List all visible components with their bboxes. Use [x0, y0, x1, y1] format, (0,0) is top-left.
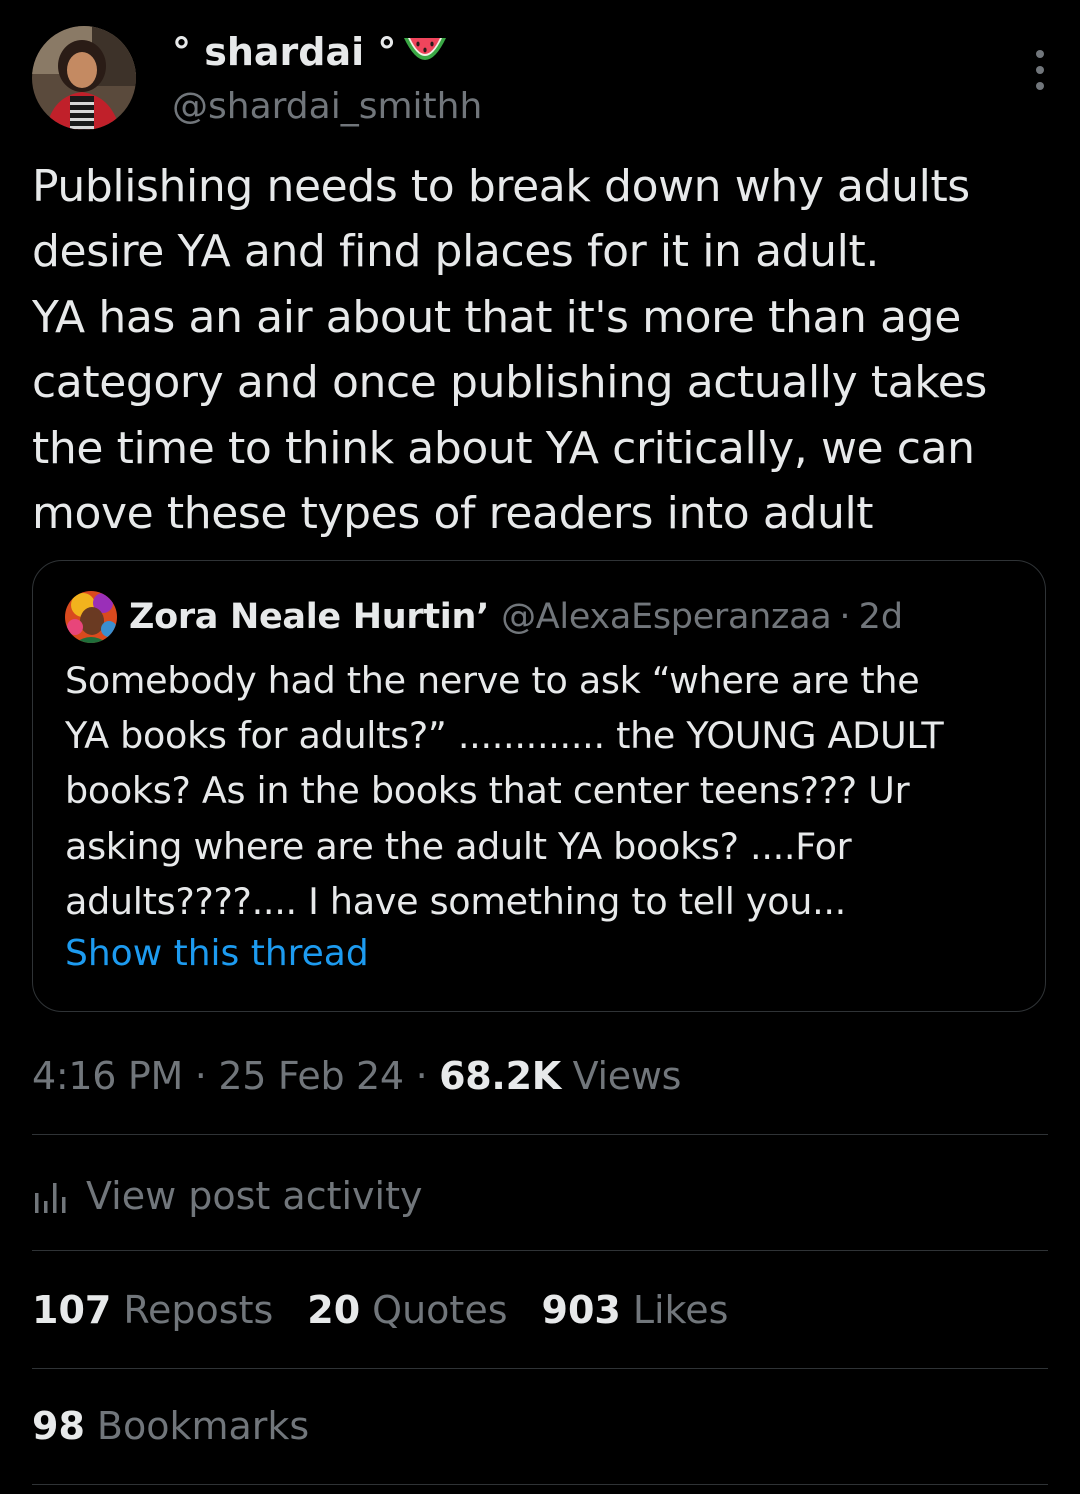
meta-separator: · [403, 1054, 440, 1098]
likes-label: Likes [632, 1288, 729, 1332]
quotes-count: 20 [307, 1288, 361, 1332]
quotes-label: Quotes [372, 1288, 508, 1332]
reposts-stat[interactable]: 107 Reposts [32, 1288, 273, 1332]
author-name-text: ° shardai ° [172, 30, 397, 74]
show-thread-link[interactable]: Show this thread [65, 933, 369, 974]
reposts-count: 107 [32, 1288, 112, 1332]
author-display-name[interactable]: ° shardai ° [172, 30, 448, 74]
quoted-avatar [65, 591, 117, 643]
bookmarks-count: 98 [32, 1404, 85, 1448]
analytics-icon [35, 1183, 66, 1213]
tweet-header: ° shardai ° @shardai_smithh [32, 26, 1048, 134]
quoted-tweet-header: Zora Neale Hurtin’ @AlexaEsperanzaa · 2d [65, 589, 903, 645]
view-post-activity-label: View post activity [86, 1174, 423, 1218]
likes-count: 903 [541, 1288, 621, 1332]
divider [32, 1134, 1048, 1135]
quoted-author-name: Zora Neale Hurtin’ [129, 597, 490, 637]
quoted-author-handle: @AlexaEsperanzaa [501, 597, 832, 637]
quoted-timestamp: 2d [858, 597, 904, 637]
divider [32, 1368, 1048, 1369]
more-options-icon[interactable] [1032, 48, 1048, 92]
tweet-text: Publishing needs to break down why adult… [32, 161, 987, 540]
tweet-metadata: 4:16 PM · 25 Feb 24 · 68.2K Views [32, 1054, 681, 1098]
likes-stat[interactable]: 903 Likes [542, 1288, 729, 1332]
watermelon-icon [402, 32, 448, 72]
tweet-time[interactable]: 4:16 PM [32, 1054, 183, 1098]
quoted-tweet-text: Somebody had the nerve to ask “where are… [65, 659, 944, 923]
avatar[interactable] [32, 26, 136, 130]
view-post-activity-button[interactable]: View post activity [32, 1170, 422, 1222]
quoted-tweet[interactable]: Zora Neale Hurtin’ @AlexaEsperanzaa · 2d… [32, 560, 1046, 1012]
tweet-date[interactable]: 25 Feb 24 [218, 1054, 404, 1098]
meta-separator: · [183, 1054, 219, 1098]
quoted-separator: · [839, 597, 851, 637]
views-count: 68.2K [439, 1054, 561, 1098]
engagement-stats: 107 Reposts 20 Quotes 903 Likes [32, 1288, 762, 1332]
views-label: Views [560, 1054, 682, 1098]
bookmarks-label: Bookmarks [96, 1404, 310, 1448]
divider [32, 1484, 1048, 1485]
quotes-stat[interactable]: 20 Quotes [307, 1288, 507, 1332]
divider [32, 1250, 1048, 1251]
author-handle[interactable]: @shardai_smithh [172, 86, 482, 127]
bookmarks-stat[interactable]: 98 Bookmarks [32, 1404, 309, 1448]
reposts-label: Reposts [123, 1288, 274, 1332]
